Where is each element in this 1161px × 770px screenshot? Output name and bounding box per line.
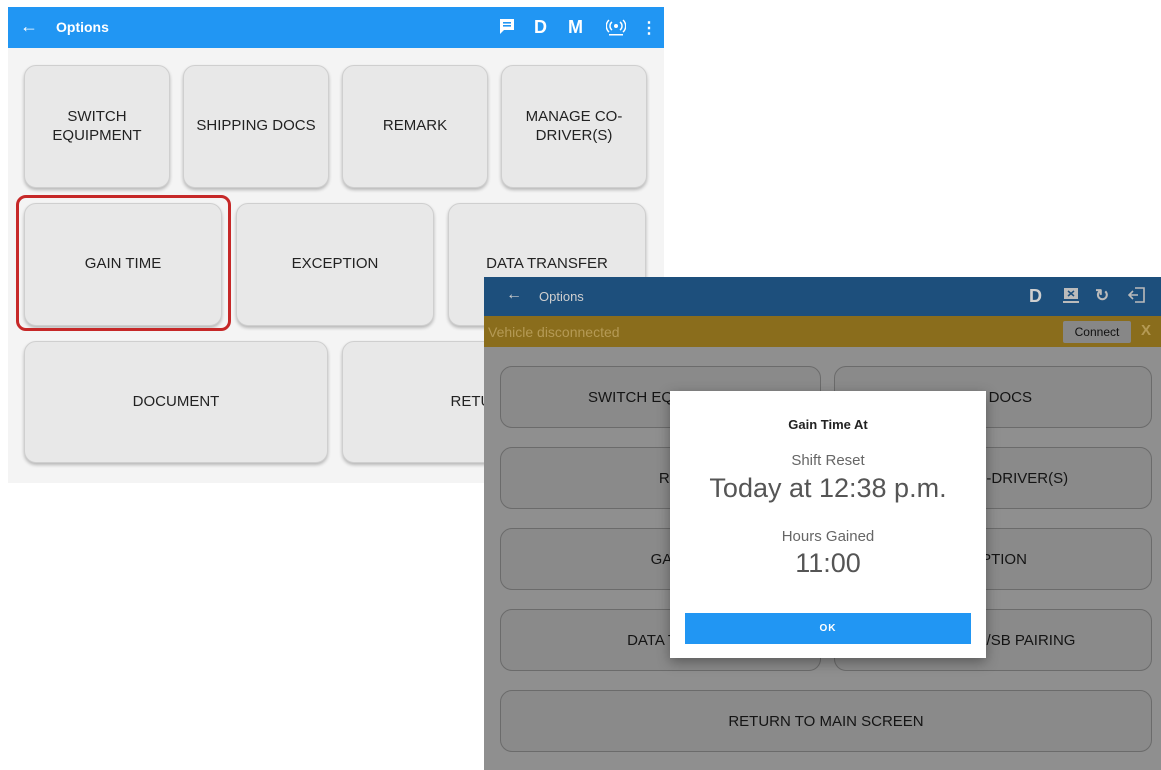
dialog-title: Gain Time At (788, 417, 868, 432)
shipping-docs-button[interactable]: SHIPPING DOCS (183, 65, 329, 188)
logout-icon[interactable] (1127, 286, 1146, 309)
connection-status-text: Vehicle disconnected (488, 324, 620, 340)
app-title: Options (56, 19, 109, 35)
arrow-back-icon[interactable]: ← (20, 16, 38, 37)
tile-label: /SB PAIRING (986, 631, 1076, 649)
app-bar: ← Options D ↻ (484, 277, 1161, 316)
wifi-signal-icon[interactable] (605, 17, 627, 42)
remark-button[interactable]: REMARK (342, 65, 488, 188)
message-icon[interactable] (498, 18, 516, 41)
hours-gained-value: 11:00 (795, 548, 861, 578)
m-status-icon[interactable]: M (568, 17, 583, 38)
gain-time-dialog: Gain Time At Shift Reset Today at 12:38 … (670, 391, 986, 658)
close-banner-button[interactable]: X (1141, 322, 1151, 339)
device-icon[interactable] (1062, 287, 1080, 310)
tile-label: REMARK (382, 117, 448, 135)
tile-label: EXCEPTION (291, 255, 379, 273)
manage-co-drivers-button[interactable]: MANAGE CO- DRIVER(S) (501, 65, 647, 188)
gain-time-highlight (16, 195, 231, 331)
tile-label: DOCUMENT (132, 392, 220, 410)
connect-button[interactable]: Connect (1063, 321, 1131, 343)
app-bar: ← Options D M ⋮ (8, 7, 664, 48)
exception-button[interactable]: EXCEPTION (236, 203, 434, 326)
tile-label: SHIPPING DOCS (196, 117, 316, 135)
arrow-back-icon[interactable]: ← (506, 286, 522, 304)
more-icon[interactable]: ⋮ (641, 18, 657, 38)
tile-label: MANAGE CO- DRIVER(S) (525, 107, 623, 144)
hours-gained-label: Hours Gained (781, 528, 875, 545)
shift-reset-value: Today at 12:38 p.m. (709, 473, 947, 503)
d-status-icon[interactable]: D (1029, 286, 1042, 307)
tile-label: SWITCH EQUIPMENT (52, 107, 142, 144)
document-button[interactable]: DOCUMENT (24, 341, 328, 463)
shift-reset-label: Shift Reset (791, 452, 865, 469)
tile-label: RETURN TO MAIN SCREEN (728, 712, 924, 730)
app-title: Options (539, 289, 584, 304)
refresh-icon[interactable]: ↻ (1095, 286, 1109, 306)
tile-label: SWITCH EQ (588, 388, 673, 406)
return-to-main-screen-button[interactable]: RETURN TO MAIN SCREEN (500, 690, 1152, 752)
switch-equipment-button[interactable]: SWITCH EQUIPMENT (24, 65, 170, 188)
options-screen-dialog: ← Options D ↻ Vehicle disconnected Conne… (484, 277, 1161, 770)
ok-button[interactable]: OK (685, 613, 971, 644)
d-status-icon[interactable]: D (534, 17, 547, 38)
tile-label: DATA TRANSFER (486, 255, 608, 273)
connection-banner: Vehicle disconnected Connect X (484, 316, 1161, 347)
